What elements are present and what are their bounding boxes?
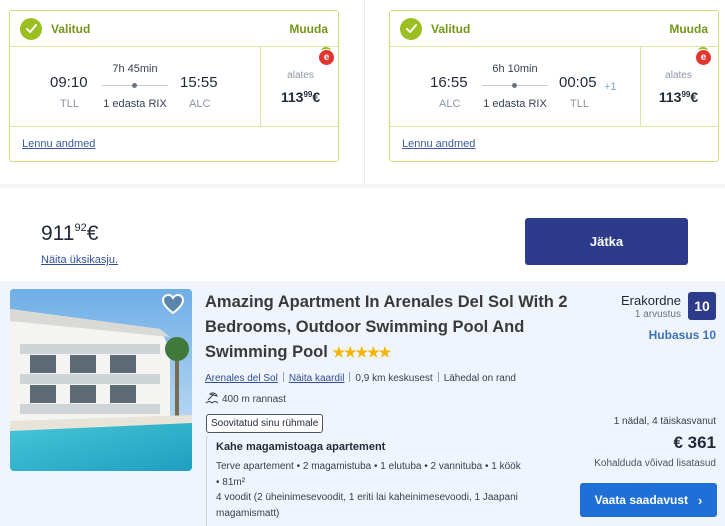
e-icon: e: [319, 47, 334, 65]
arrival-airport: TLL: [570, 98, 589, 110]
review-count[interactable]: 1 arvustus: [635, 309, 681, 320]
divider: [640, 47, 641, 126]
divider: [260, 47, 261, 126]
stay-info: 1 nädal, 4 täiskasvanut: [613, 416, 716, 427]
price-cents: 99: [303, 90, 313, 99]
nearby-info: Lähedal on rand: [443, 373, 516, 384]
hotel-title[interactable]: Amazing Apartment In Arenales Del Sol Wi…: [205, 290, 600, 365]
selected-label: Valitud: [431, 21, 471, 36]
total-price: 91192€: [41, 222, 98, 246]
price-from-label: alates: [665, 70, 692, 81]
price-from-label: alates: [287, 70, 314, 81]
flight-details: 09:10 TLL 7h 45min 1 edasta RIX 15:55 AL…: [10, 47, 338, 127]
beach-distance-text: 400 m rannast: [222, 394, 286, 405]
room-divider: [206, 436, 207, 526]
outbound-flight-card: Valitud Muuda 09:10 TLL 7h 45min 1 edast…: [9, 10, 339, 162]
separator: [282, 372, 284, 382]
separator: [437, 372, 439, 382]
flight-duration: 7h 45min: [112, 63, 158, 75]
price-main: 113: [280, 89, 304, 105]
price-currency: €: [312, 89, 321, 105]
check-icon: [400, 17, 422, 40]
hotel-price: € 361: [673, 433, 716, 452]
stopover-dot: [512, 83, 517, 88]
room-title: Kahe magamistoaga apartement: [216, 441, 386, 453]
price-cents: 99: [681, 90, 691, 99]
departure-airport: TLL: [60, 98, 79, 110]
hotel-meta: Arenales del Sol Näita kaardil 0,9 km kesk…: [205, 372, 516, 384]
change-button[interactable]: Muuda: [669, 22, 708, 36]
price-main: 113: [658, 89, 682, 105]
flight-details-link[interactable]: Lennu andmed: [22, 138, 95, 150]
flight-price: 11399€: [261, 89, 340, 105]
selected-label: Valitud: [51, 21, 91, 36]
next-day-indicator: +1: [604, 81, 617, 93]
flight-details: 16:55 ALC 6h 10min 1 edasta RIX 00:05 +1…: [390, 47, 718, 127]
bed-configuration: 4 voodit (2 üheinimesevoodit, 1 eriti la…: [216, 492, 518, 519]
comfort-score: Hubasus 10: [648, 328, 716, 342]
total-price-cents: 92: [74, 222, 87, 234]
check-icon: [20, 17, 42, 40]
separator: [349, 372, 351, 382]
rating-score-badge: 10: [688, 292, 716, 320]
e-icon: e: [696, 47, 711, 65]
departure-time: 16:55: [430, 74, 468, 91]
arrival-airport: ALC: [189, 98, 211, 110]
price-breakdown-link[interactable]: Näita üksikasju.: [41, 254, 118, 266]
distance-from-center: 0,9 km keskusest: [355, 373, 433, 384]
stopover-info: 1 edasta RIX: [103, 98, 167, 110]
heart-icon[interactable]: [160, 291, 186, 317]
continue-button[interactable]: Jätka: [525, 218, 688, 265]
rating-word: Erakordne: [621, 293, 681, 308]
stopover-info: 1 edasta RIX: [483, 98, 547, 110]
location-link[interactable]: Arenales del Sol: [205, 373, 278, 384]
departure-airport: ALC: [439, 98, 461, 110]
fees-note: Kohalduda võivad lisatasud: [594, 458, 716, 469]
flight-card-header: Valitud Muuda: [390, 11, 718, 47]
page: Valitud Muuda 09:10 TLL 7h 45min 1 edast…: [0, 0, 725, 526]
see-availability-button[interactable]: Vaata saadavust ›: [580, 483, 717, 517]
star-rating: ★★★★★: [332, 344, 391, 360]
flight-duration: 6h 10min: [492, 63, 538, 75]
inbound-flight-card: Valitud Muuda 16:55 ALC 6h 10min 1 edast…: [389, 10, 719, 162]
beach-distance: 400 m rannast: [205, 392, 286, 407]
hotel-card: Amazing Apartment In Arenales Del Sol Wi…: [0, 281, 725, 526]
departure-time: 09:10: [50, 74, 88, 91]
column-divider: [364, 0, 365, 188]
flight-price: 11399€: [639, 89, 718, 105]
beach-icon: [205, 392, 222, 407]
room-description: Terve apartement • 2 magamistuba • 1 elu…: [216, 461, 521, 488]
flight-card-header: Valitud Muuda: [10, 11, 338, 47]
chevron-right-icon: ›: [698, 492, 703, 508]
change-button[interactable]: Muuda: [289, 22, 328, 36]
see-availability-label: Vaata saadavust: [594, 493, 689, 507]
price-currency: €: [690, 89, 699, 105]
stopover-dot: [132, 83, 137, 88]
total-price-main: 911: [41, 222, 75, 245]
arrival-time: 15:55: [180, 74, 218, 91]
flight-details-link[interactable]: Lennu andmed: [402, 138, 475, 150]
recommended-badge: Soovitatud sinu rühmale: [206, 414, 324, 433]
show-on-map-link[interactable]: Näita kaardil: [289, 373, 345, 384]
arrival-time: 00:05: [559, 74, 597, 91]
total-price-currency: €: [86, 222, 99, 245]
